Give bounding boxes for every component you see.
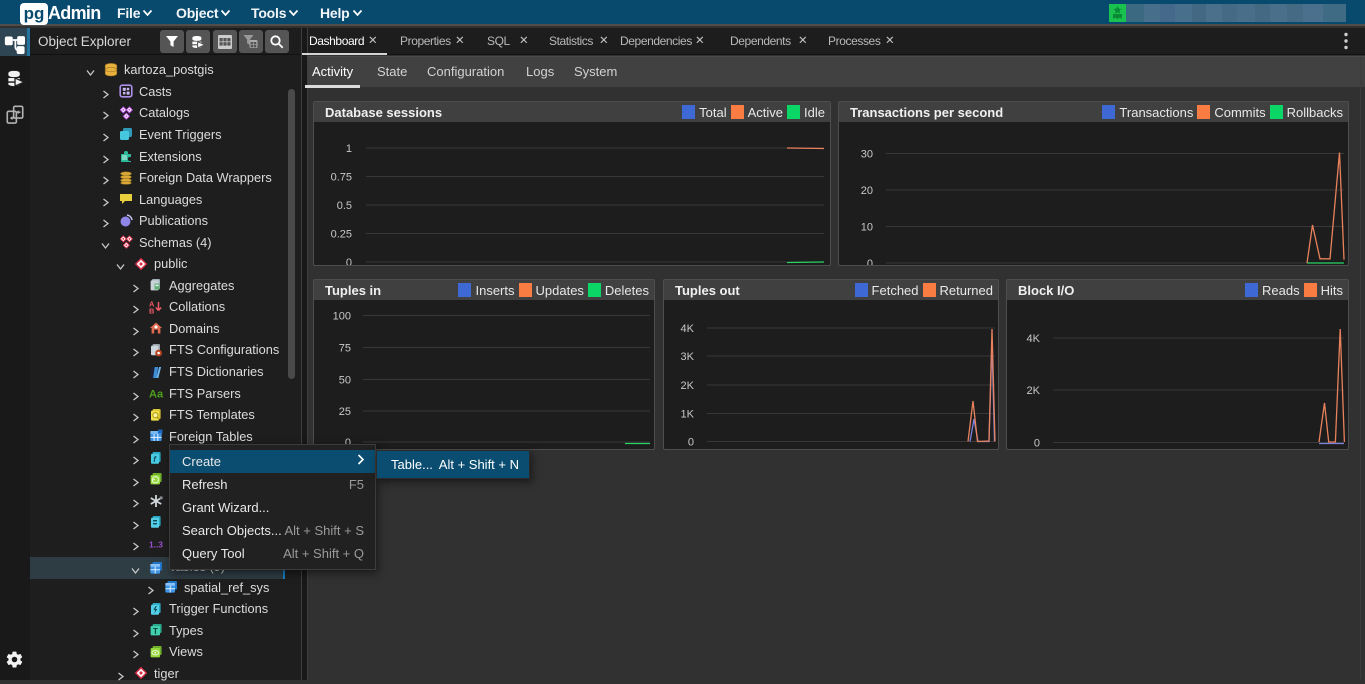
svg-text:0: 0 bbox=[1034, 438, 1040, 450]
svg-text:4K: 4K bbox=[681, 323, 695, 335]
svg-text:Aa: Aa bbox=[149, 388, 164, 400]
svg-text:30: 30 bbox=[861, 149, 873, 161]
svg-text:75: 75 bbox=[339, 343, 351, 355]
svg-text:1..3: 1..3 bbox=[149, 539, 163, 549]
svg-text:1K: 1K bbox=[681, 409, 695, 421]
svg-text:100: 100 bbox=[333, 311, 351, 323]
svg-text:2K: 2K bbox=[1027, 385, 1041, 397]
svg-text:4K: 4K bbox=[1027, 333, 1041, 345]
svg-text:10: 10 bbox=[861, 222, 873, 234]
svg-text:0: 0 bbox=[867, 258, 873, 265]
svg-text:T: T bbox=[153, 627, 158, 636]
svg-text:2K: 2K bbox=[681, 380, 695, 392]
svg-text:0.75: 0.75 bbox=[331, 172, 352, 184]
svg-text:50: 50 bbox=[339, 375, 351, 387]
svg-text:1: 1 bbox=[346, 143, 352, 155]
svg-text:0.5: 0.5 bbox=[337, 200, 352, 212]
svg-text:0: 0 bbox=[688, 437, 694, 449]
svg-text:B: B bbox=[149, 306, 154, 314]
svg-text:0.25: 0.25 bbox=[331, 229, 352, 241]
svg-text:25: 25 bbox=[339, 406, 351, 418]
svg-text:20: 20 bbox=[861, 185, 873, 197]
svg-text:3K: 3K bbox=[681, 351, 695, 363]
svg-text:0: 0 bbox=[346, 257, 352, 265]
